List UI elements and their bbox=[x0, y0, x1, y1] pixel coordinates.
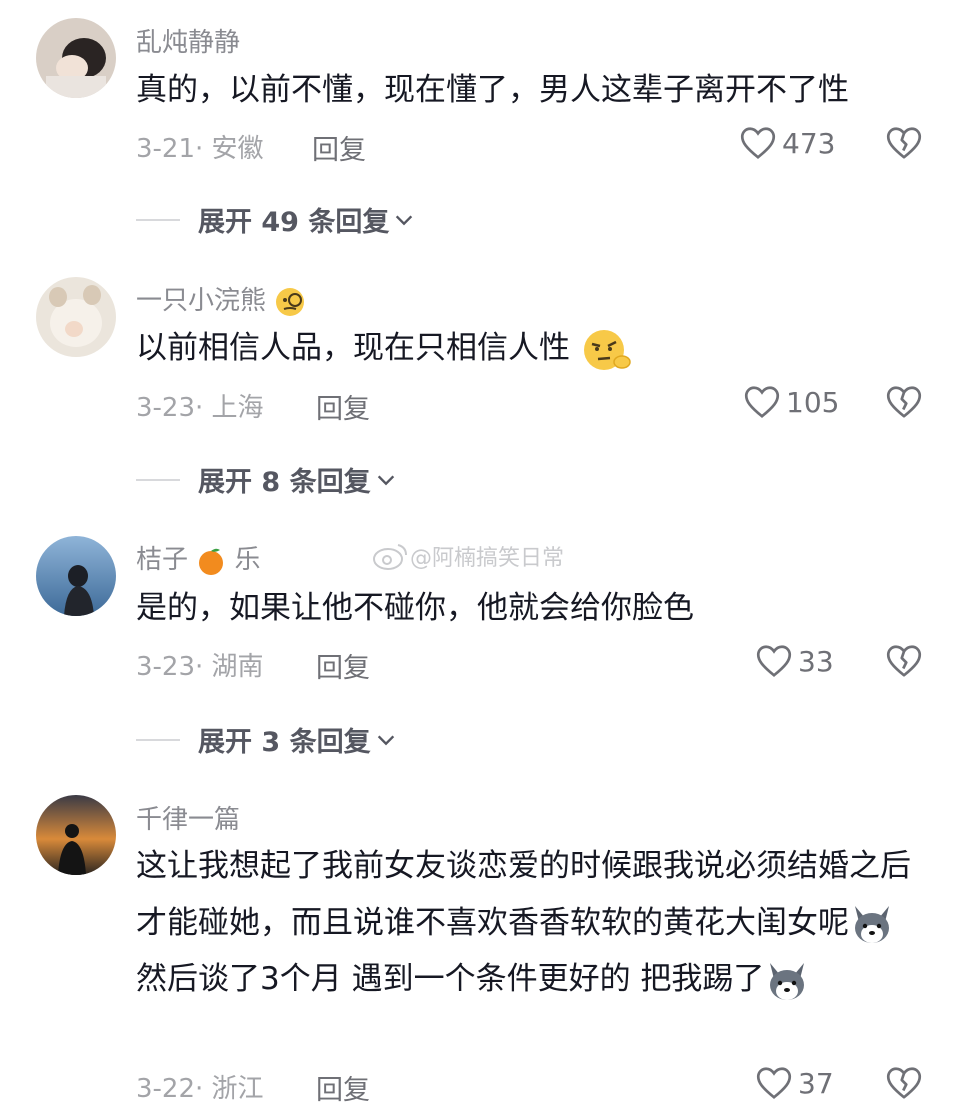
dislike-icon[interactable] bbox=[886, 1066, 922, 1100]
username[interactable]: 桔子 乐 bbox=[136, 539, 261, 576]
username-text: 桔子 bbox=[136, 545, 189, 575]
dislike-icon[interactable] bbox=[886, 126, 922, 160]
like-button[interactable]: 473 bbox=[740, 126, 835, 160]
heart-icon bbox=[740, 127, 776, 159]
thinking-emoji-icon bbox=[583, 329, 631, 370]
heart-icon bbox=[744, 386, 780, 418]
comment-text-content: 这让我想起了我前女友谈恋爱的时候跟我说必须结婚之后才能碰她，而且说谁不喜欢香香软… bbox=[136, 848, 911, 941]
like-button[interactable]: 37 bbox=[756, 1066, 834, 1100]
comment-text-continuation: 然后谈了3个月 遇到一个条件更好的 把我踢了 bbox=[136, 961, 765, 997]
like-count: 37 bbox=[798, 1066, 834, 1100]
username[interactable]: 乱炖静静 bbox=[136, 22, 240, 59]
reply-button[interactable]: 回复 bbox=[316, 387, 370, 426]
comment-text: 真的，以前不懂，现在懂了，男人这辈子离开不了性 bbox=[136, 72, 849, 108]
expand-label: 展开 49 条回复 bbox=[198, 207, 390, 238]
chevron-down-icon bbox=[396, 214, 413, 225]
expand-label: 展开 3 条回复 bbox=[198, 727, 371, 758]
username[interactable]: 一只小浣熊 bbox=[136, 280, 306, 318]
date-location: 3-22· 浙江 bbox=[136, 1074, 264, 1104]
reply-button[interactable]: 回复 bbox=[312, 128, 366, 167]
watermark-text: @阿楠搞笑日常 bbox=[410, 546, 565, 571]
husky-emoji-icon bbox=[770, 962, 805, 1000]
chevron-down-icon bbox=[377, 734, 394, 745]
dislike-icon[interactable] bbox=[886, 644, 922, 678]
chevron-down-icon bbox=[377, 474, 394, 485]
weibo-logo-icon bbox=[373, 544, 407, 570]
comment-text: 以前相信人品，现在只相信人性 bbox=[136, 320, 926, 376]
expand-label: 展开 8 条回复 bbox=[198, 467, 371, 498]
expand-replies-button[interactable]: 展开 8 条回复 bbox=[136, 460, 397, 499]
like-count: 33 bbox=[798, 644, 834, 678]
reply-button[interactable]: 回复 bbox=[316, 646, 370, 685]
like-count: 105 bbox=[786, 385, 840, 419]
avatar[interactable] bbox=[36, 18, 116, 98]
orange-emoji-icon bbox=[199, 548, 224, 575]
comment-text: 是的，如果让他不碰你，他就会给你脸色 bbox=[136, 590, 694, 626]
reply-button[interactable]: 回复 bbox=[316, 1068, 370, 1107]
divider bbox=[136, 738, 180, 741]
dislike-icon[interactable] bbox=[886, 385, 922, 419]
heart-icon bbox=[756, 1067, 792, 1099]
date-location: 3-23· 上海 bbox=[136, 393, 264, 423]
date-location: 3-21· 安徽 bbox=[136, 134, 264, 164]
heart-icon bbox=[756, 645, 792, 677]
avatar[interactable] bbox=[36, 795, 116, 875]
like-count: 473 bbox=[782, 126, 836, 160]
username-text-suffix: 乐 bbox=[234, 545, 261, 575]
date-location: 3-23· 湖南 bbox=[136, 652, 264, 682]
avatar[interactable] bbox=[36, 536, 116, 616]
expand-replies-button[interactable]: 展开 49 条回复 bbox=[136, 200, 415, 239]
avatar[interactable] bbox=[36, 277, 116, 357]
divider bbox=[136, 478, 180, 481]
monocle-emoji-icon bbox=[276, 287, 305, 316]
username[interactable]: 千律一篇 bbox=[136, 799, 240, 836]
expand-replies-button[interactable]: 展开 3 条回复 bbox=[136, 720, 397, 759]
divider bbox=[136, 218, 180, 221]
like-button[interactable]: 33 bbox=[756, 644, 834, 678]
watermark: @阿楠搞笑日常 bbox=[372, 540, 564, 572]
like-button[interactable]: 105 bbox=[744, 385, 839, 419]
username-text: 一只小浣熊 bbox=[136, 286, 267, 316]
comment-text: 这让我想起了我前女友谈恋爱的时候跟我说必须结婚之后才能碰她，而且说谁不喜欢香香软… bbox=[136, 838, 926, 1008]
comment-text-content: 以前相信人品，现在只相信人性 bbox=[136, 330, 570, 366]
husky-emoji-icon bbox=[855, 906, 889, 943]
